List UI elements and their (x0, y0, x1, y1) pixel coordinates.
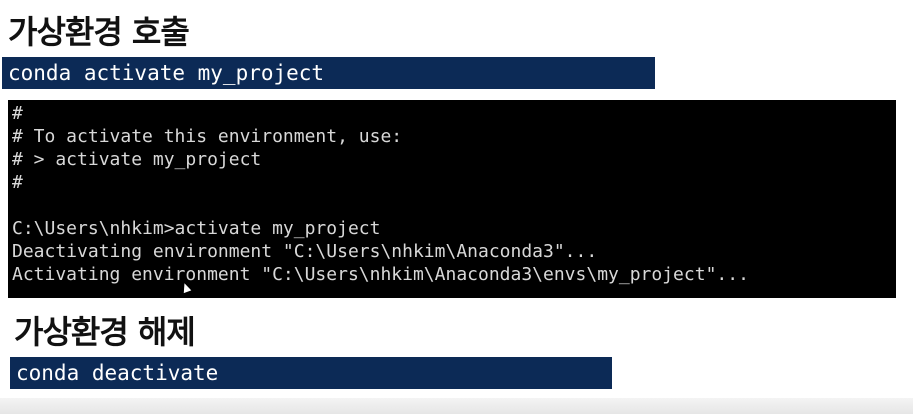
terminal-window: # # To activate this environment, use: #… (8, 100, 896, 298)
terminal-line: # (12, 172, 23, 193)
terminal-line: C:\Users\nhkim>activate my_project (12, 218, 381, 239)
terminal-line: # To activate this environment, use: (12, 126, 403, 147)
bottom-strip (0, 398, 913, 414)
terminal-line: # (12, 103, 23, 124)
deactivate-heading: 가상환경 해제 (14, 313, 196, 351)
deactivate-command-bar: conda deactivate (10, 357, 612, 389)
terminal-line: Activating environment "C:\Users\nhkim\A… (12, 264, 749, 285)
activate-heading: 가상환경 호출 (8, 13, 190, 51)
activate-command-bar: conda activate my_project (2, 57, 655, 89)
terminal-line: # > activate my_project (12, 149, 262, 170)
terminal-line: Deactivating environment "C:\Users\nhkim… (12, 241, 598, 262)
